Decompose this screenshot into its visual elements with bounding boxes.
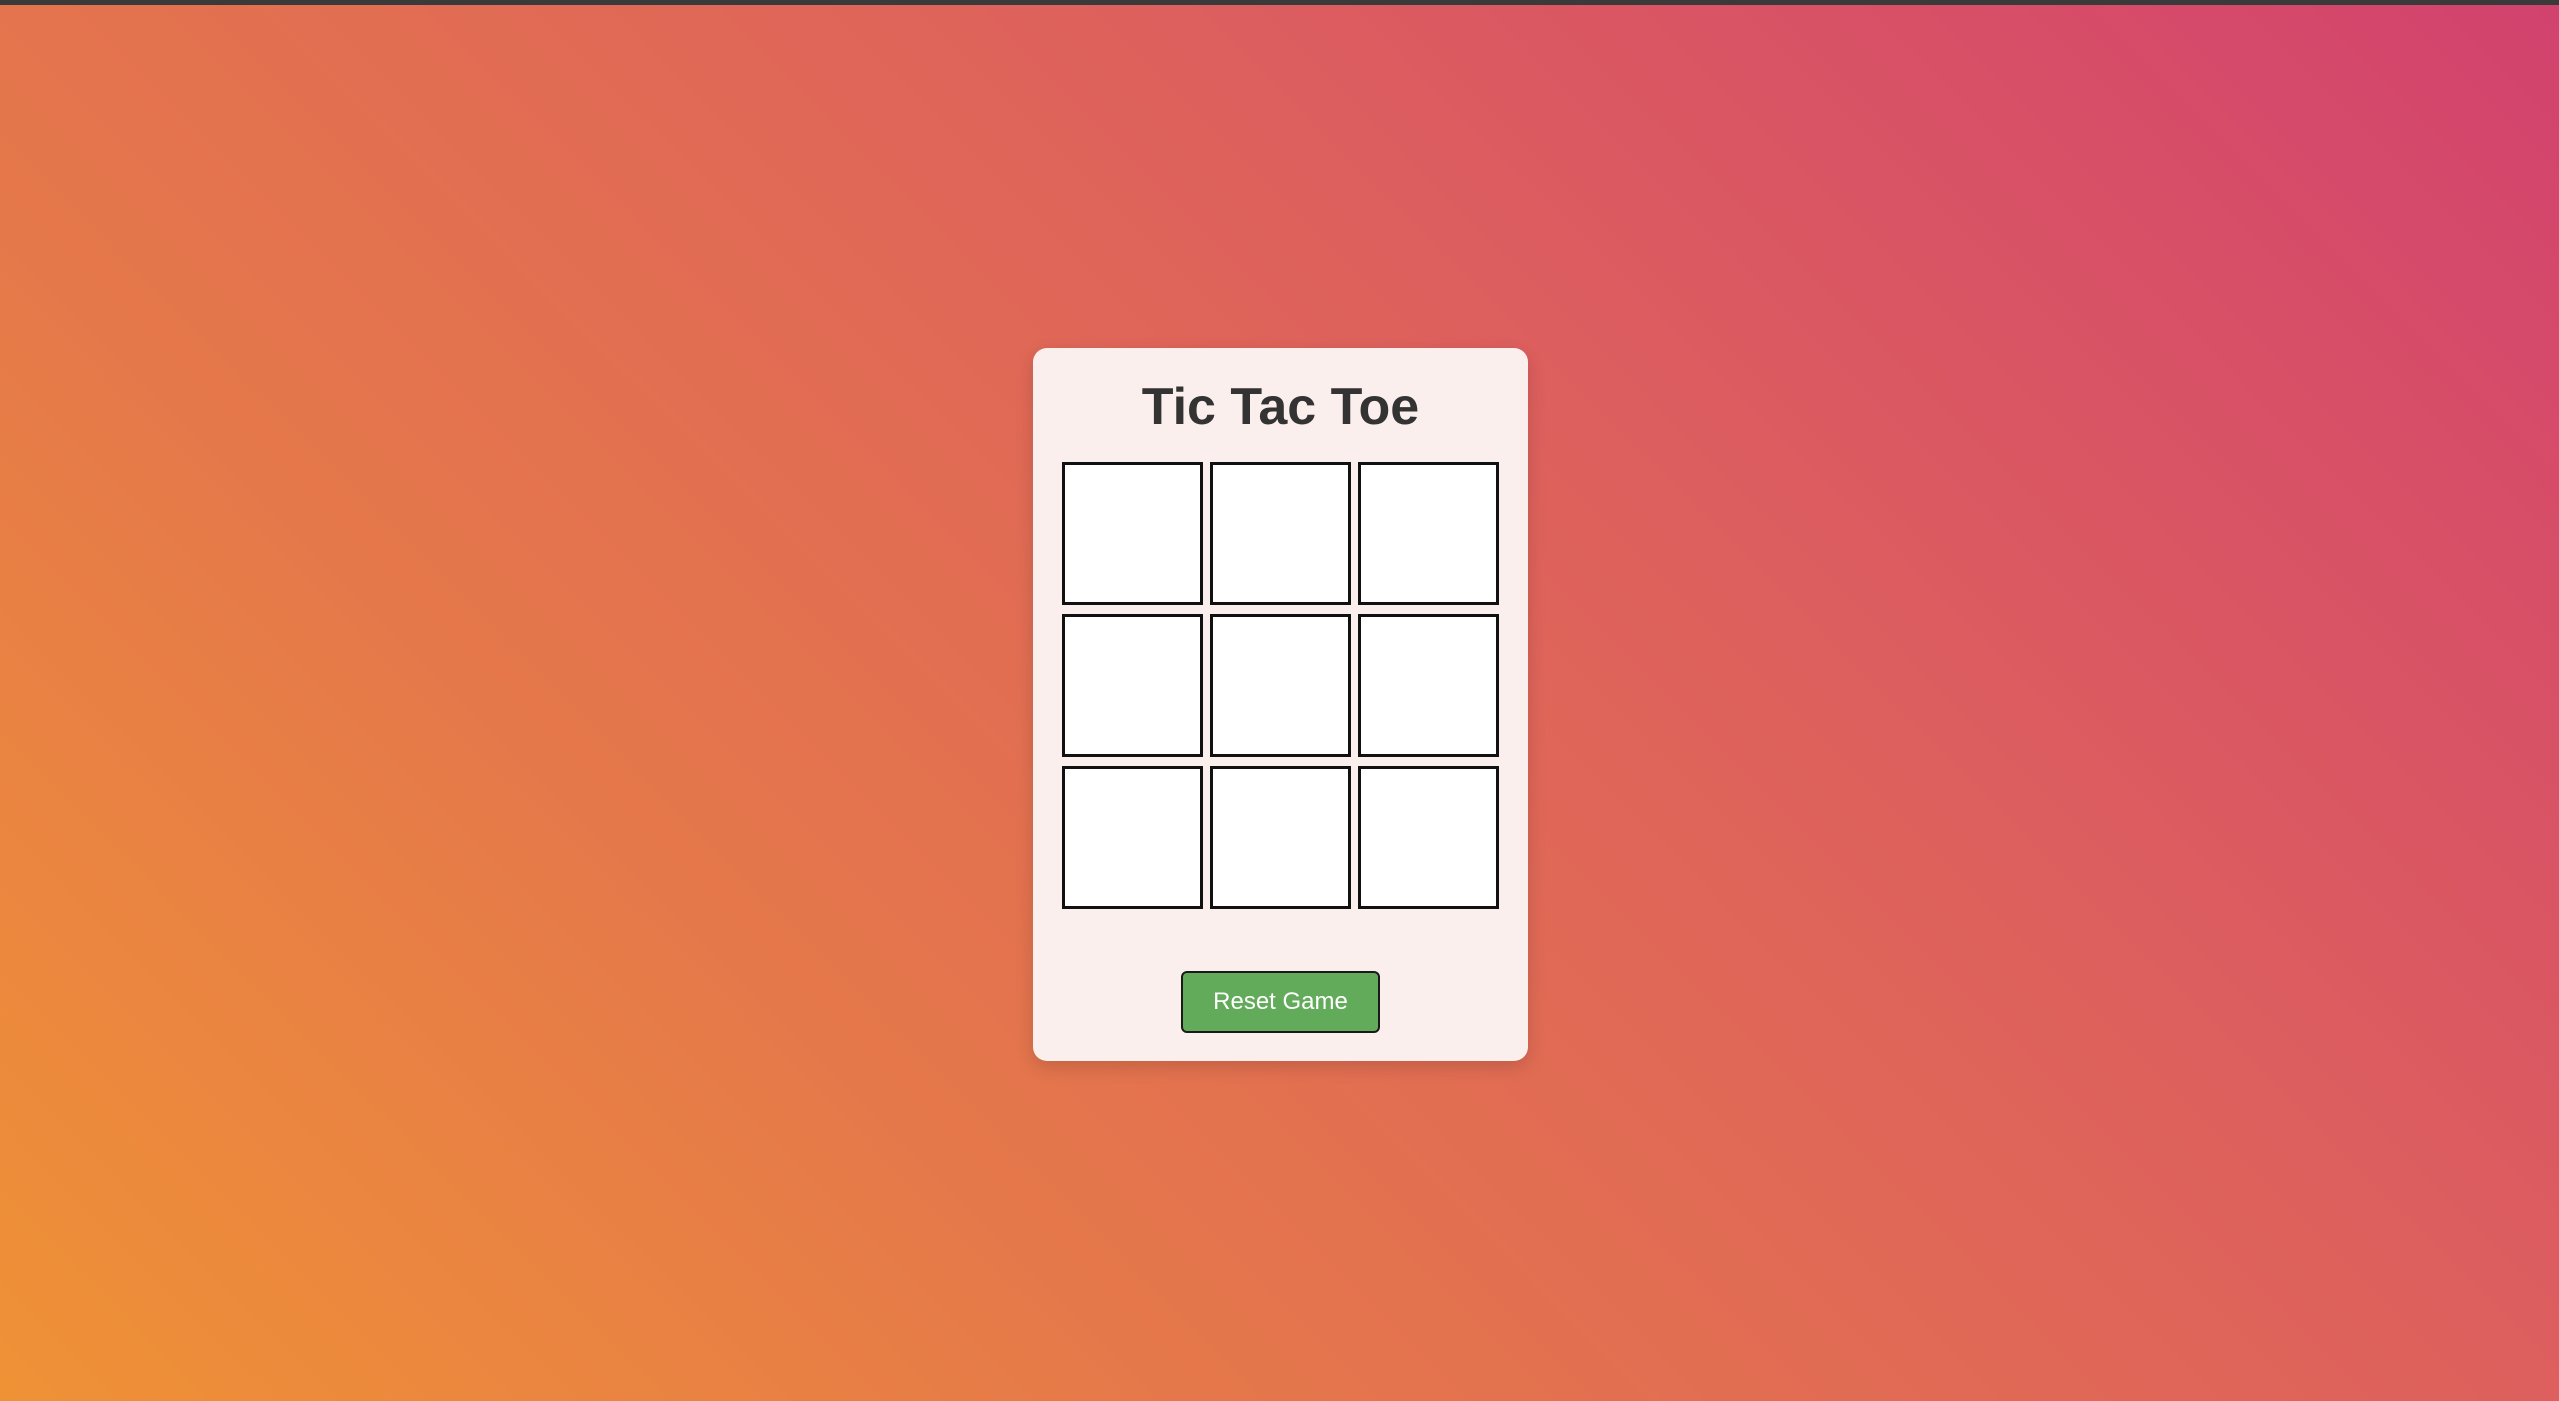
board-cell-9[interactable] bbox=[1358, 766, 1499, 909]
board-cell-1[interactable] bbox=[1062, 462, 1203, 605]
game-board bbox=[1062, 462, 1499, 909]
board-cell-5[interactable] bbox=[1210, 614, 1351, 757]
reset-game-button[interactable]: Reset Game bbox=[1181, 971, 1380, 1033]
game-title: Tic Tac Toe bbox=[1141, 378, 1420, 436]
board-cell-2[interactable] bbox=[1210, 462, 1351, 605]
board-cell-8[interactable] bbox=[1210, 766, 1351, 909]
top-edge-bar bbox=[0, 0, 2559, 5]
game-card: Tic Tac Toe Reset Game bbox=[1033, 348, 1528, 1061]
board-cell-4[interactable] bbox=[1062, 614, 1203, 757]
board-cell-7[interactable] bbox=[1062, 766, 1203, 909]
board-cell-3[interactable] bbox=[1358, 462, 1499, 605]
board-cell-6[interactable] bbox=[1358, 614, 1499, 757]
